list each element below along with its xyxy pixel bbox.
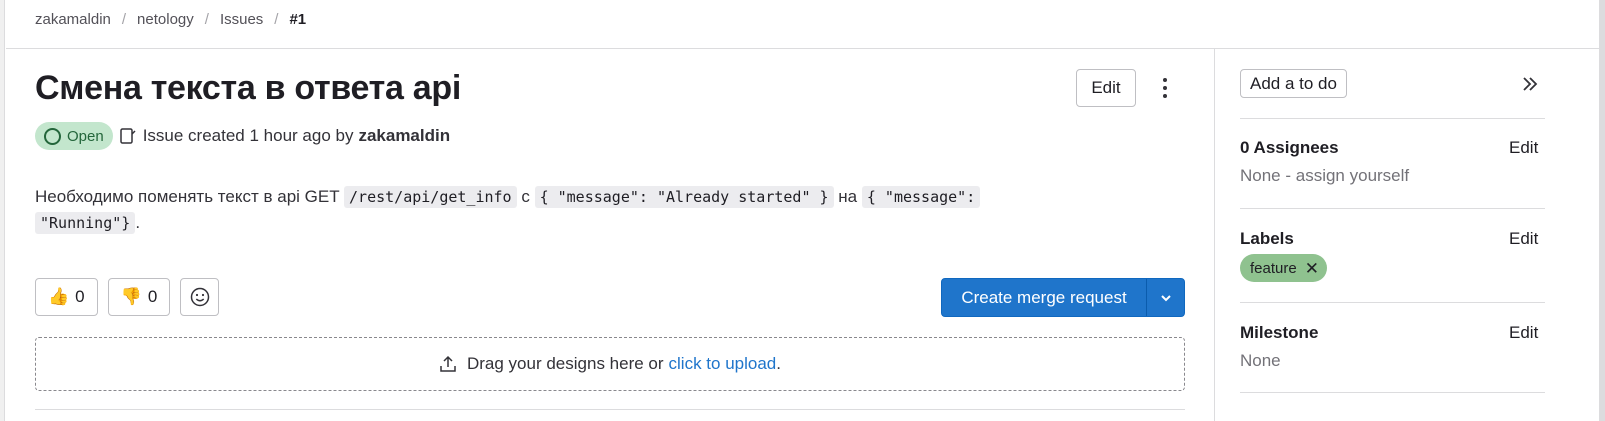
breadcrumb-item-current[interactable]: #1	[289, 11, 306, 28]
breadcrumb-item-user[interactable]: zakamaldin	[35, 11, 111, 28]
milestone-edit-button[interactable]: Edit	[1509, 323, 1538, 343]
open-status-icon	[44, 127, 61, 145]
divider	[1240, 302, 1545, 303]
breadcrumb-separator: /	[204, 11, 209, 28]
divider	[35, 409, 1185, 410]
assignees-title: 0 Assignees	[1240, 138, 1339, 157]
divider	[1240, 208, 1545, 209]
edit-issue-button[interactable]: Edit	[1076, 69, 1136, 107]
labels-edit-button[interactable]: Edit	[1509, 229, 1538, 249]
description-text: на	[838, 187, 858, 206]
create-merge-request-split-button: Create merge request	[941, 278, 1185, 317]
top-bar: zakamaldin / netology / Issues / #1	[6, 0, 1599, 49]
label-text: feature	[1250, 259, 1297, 277]
upload-icon	[440, 355, 456, 372]
thumbs-up-button[interactable]: 👍 0	[35, 278, 98, 316]
breadcrumb-separator: /	[274, 11, 279, 28]
milestone-value: None	[1240, 351, 1281, 370]
issue-note-icon	[119, 128, 136, 144]
create-merge-request-button[interactable]: Create merge request	[942, 279, 1147, 316]
assignees-edit-button[interactable]: Edit	[1509, 138, 1538, 158]
dropzone-text: Drag your designs here or	[466, 354, 664, 373]
issue-description: Необходимо поменять текст в api GET /res…	[35, 184, 1095, 236]
issue-meta: Open Issue created 1 hour ago by zakamal…	[35, 122, 450, 150]
author-link[interactable]: zakamaldin	[358, 126, 450, 146]
smile-icon	[190, 287, 210, 307]
issue-title: Смена текста в ответа api	[35, 69, 462, 107]
description-text: .	[135, 213, 141, 232]
label-feature[interactable]: feature ✕	[1240, 254, 1327, 282]
dropzone-suffix: .	[776, 354, 781, 373]
description-text: с	[521, 187, 530, 206]
divider	[1240, 392, 1545, 393]
merge-request-dropdown-toggle[interactable]	[1147, 279, 1184, 316]
description-text: Необходимо поменять текст в api GET	[35, 187, 340, 206]
chevron-down-icon	[1160, 294, 1171, 301]
status-label: Open	[67, 127, 104, 145]
add-reaction-button[interactable]	[180, 278, 220, 316]
thumbs-down-count: 0	[147, 287, 158, 306]
assignees-value[interactable]: None - assign yourself	[1240, 166, 1409, 186]
issue-sidebar: Add a to do 0 Assignees Edit None - assi…	[1214, 49, 1600, 421]
left-nav-strip	[0, 0, 5, 421]
breadcrumb: zakamaldin / netology / Issues / #1	[35, 11, 306, 28]
milestone-title: Milestone	[1240, 323, 1319, 342]
thumbs-down-button[interactable]: 👎 0	[107, 278, 171, 316]
thumbs-up-count: 0	[75, 287, 85, 306]
description-code: { "message":	[861, 186, 981, 208]
description-code: { "message": "Already started" }	[534, 186, 834, 208]
description-code: "Running"}	[35, 212, 136, 234]
breadcrumb-separator: /	[121, 11, 127, 28]
status-badge: Open	[35, 122, 113, 150]
upload-link[interactable]: click to upload	[669, 354, 777, 374]
collapse-sidebar-icon[interactable]	[1519, 73, 1541, 95]
divider	[1240, 118, 1545, 119]
close-icon[interactable]: ✕	[1305, 260, 1319, 277]
thumbs-down-icon: 👎	[120, 287, 142, 306]
issue-meta-text: Issue created 1 hour ago by	[142, 126, 354, 145]
description-code: /rest/api/get_info	[344, 186, 517, 208]
kebab-icon[interactable]	[1153, 75, 1177, 101]
breadcrumb-item-issues[interactable]: Issues	[220, 11, 263, 28]
design-dropzone[interactable]: Drag your designs here or click to uploa…	[35, 337, 1185, 391]
breadcrumb-item-project[interactable]: netology	[137, 11, 194, 28]
issue-main: Смена текста в ответа api Edit Open Issu…	[35, 49, 1213, 421]
labels-title: Labels	[1240, 229, 1294, 248]
reactions-bar: 👍 0 👎 0	[35, 278, 220, 316]
add-todo-button[interactable]: Add a to do	[1240, 69, 1347, 98]
thumbs-up-icon: 👍	[48, 287, 70, 306]
